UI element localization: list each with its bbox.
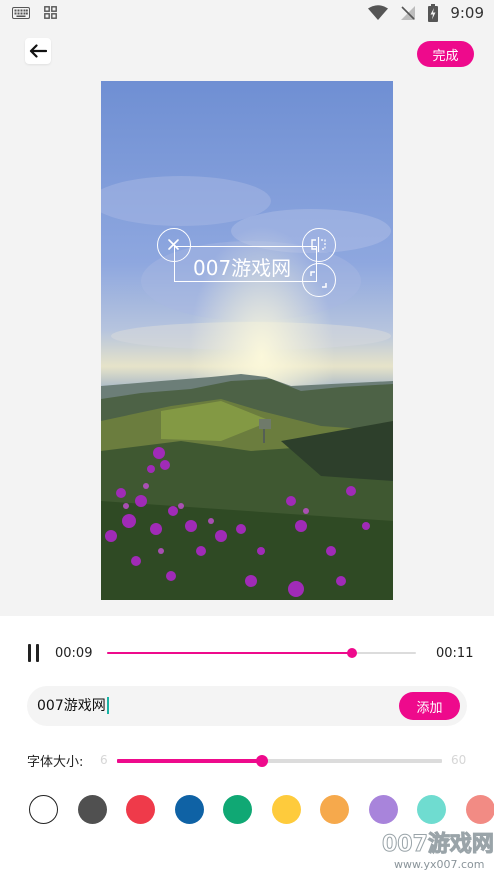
text-caret bbox=[106, 696, 109, 714]
wifi-icon bbox=[368, 5, 389, 20]
text-input-row: 007游戏网 添加 bbox=[27, 686, 467, 726]
status-bar: 9:09 bbox=[0, 0, 494, 28]
font-size-max-label: 60 bbox=[451, 753, 467, 767]
color-swatch[interactable] bbox=[29, 795, 58, 824]
color-swatch[interactable] bbox=[417, 795, 446, 824]
pause-bar-left bbox=[28, 644, 31, 662]
battery-charging-icon bbox=[428, 4, 439, 22]
watermark: 007游戏网 www.yx007.com bbox=[378, 826, 494, 878]
color-swatch[interactable] bbox=[320, 795, 349, 824]
color-swatch-row bbox=[0, 795, 494, 825]
apps-grid-icon bbox=[44, 6, 57, 19]
font-size-thumb[interactable] bbox=[255, 755, 268, 767]
video-preview: 007游戏网 bbox=[101, 81, 393, 600]
close-icon bbox=[168, 239, 179, 250]
color-swatch[interactable] bbox=[174, 795, 204, 824]
color-swatch[interactable] bbox=[126, 795, 155, 824]
font-size-slider[interactable] bbox=[117, 755, 442, 767]
total-time: 00:11 bbox=[436, 646, 474, 661]
delete-handle[interactable] bbox=[157, 228, 191, 262]
playback-progress-thumb[interactable] bbox=[346, 648, 357, 658]
watermark-title: 007游戏网 bbox=[382, 832, 494, 858]
text-overlay-box[interactable]: 007游戏网 bbox=[174, 246, 317, 282]
playback-progress-fill bbox=[107, 652, 352, 654]
watermark-url: www.yx007.com bbox=[394, 858, 485, 871]
add-button[interactable]: 添加 bbox=[399, 692, 460, 720]
font-size-label: 字体大小: bbox=[27, 755, 84, 770]
resize-icon bbox=[310, 271, 327, 288]
overlay-text: 007游戏网 bbox=[193, 256, 292, 280]
arrow-left-icon bbox=[29, 44, 47, 58]
status-clock: 9:09 bbox=[450, 4, 484, 22]
overlay-text-input[interactable]: 007游戏网 bbox=[37, 695, 109, 715]
pause-bar-right bbox=[36, 644, 39, 662]
status-right: 9:09 bbox=[368, 4, 484, 22]
color-swatch[interactable] bbox=[223, 795, 252, 824]
signal-off-icon bbox=[401, 6, 416, 20]
playback-progress-slider[interactable] bbox=[107, 648, 416, 658]
color-swatch[interactable] bbox=[77, 795, 107, 824]
color-swatch[interactable] bbox=[368, 795, 398, 824]
color-swatch[interactable] bbox=[271, 795, 301, 824]
keyboard-icon bbox=[12, 6, 30, 19]
status-left bbox=[12, 6, 57, 19]
font-size-min-label: 6 bbox=[100, 753, 108, 767]
resize-handle[interactable] bbox=[302, 263, 336, 297]
flip-icon bbox=[311, 237, 326, 252]
mirror-handle[interactable] bbox=[302, 228, 336, 262]
pause-button[interactable] bbox=[28, 644, 44, 662]
overlay-text-input-value: 007游戏网 bbox=[37, 698, 106, 714]
done-button[interactable]: 完成 bbox=[417, 41, 474, 67]
color-swatch[interactable] bbox=[465, 795, 494, 824]
current-time: 00:09 bbox=[55, 646, 93, 661]
font-size-fill bbox=[117, 759, 262, 763]
landscape-scene bbox=[101, 81, 393, 600]
back-button[interactable] bbox=[25, 38, 51, 64]
